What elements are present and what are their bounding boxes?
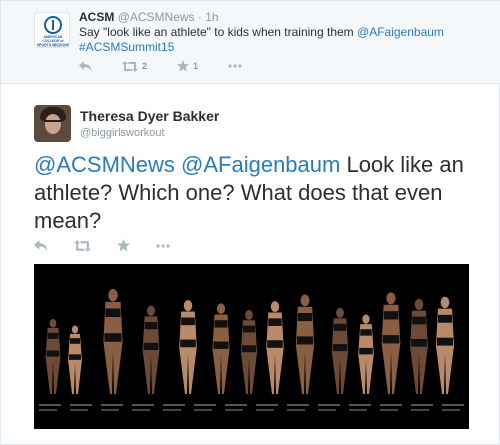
caption-band (101, 404, 123, 406)
caption-band (225, 409, 243, 411)
retweet-button[interactable]: 2 (122, 60, 148, 72)
parent-tweet-actions: 2 1 (79, 60, 272, 72)
main-retweet-button[interactable] (74, 239, 91, 252)
caption-band (39, 404, 61, 406)
caption-band (411, 409, 429, 411)
caption-band (380, 409, 398, 411)
athlete-figure (266, 301, 284, 394)
main-more-button[interactable] (156, 243, 170, 248)
parent-tweet-header: ACSM @ACSMNews · 1h (79, 10, 219, 24)
caption-band (101, 409, 119, 411)
caption-band (442, 404, 464, 406)
caption-band (318, 404, 340, 406)
caption-band (132, 409, 150, 411)
tweet-time[interactable]: 1h (205, 10, 218, 24)
author-handle[interactable]: @ACSMNews (118, 10, 195, 24)
athlete-figure (212, 303, 230, 394)
star-icon (117, 239, 130, 252)
main-tweet-text: @ACSMNews @AFaigenbaum Look like an athl… (34, 151, 474, 235)
more-icon (228, 64, 242, 68)
athlete-figure (103, 289, 123, 394)
favorite-button[interactable]: 1 (177, 60, 198, 72)
caption-band (380, 404, 402, 406)
more-icon (156, 243, 170, 248)
mention-link[interactable]: @AFaigenbaum (357, 25, 444, 39)
athlete-figure (240, 310, 258, 394)
reply-button[interactable] (79, 60, 92, 72)
caption-band (225, 404, 247, 406)
acsm-logo-icon (44, 16, 62, 34)
main-reply-button[interactable] (34, 239, 48, 252)
retweet-count: 2 (142, 61, 148, 71)
star-icon (177, 60, 190, 72)
theresa-avatar[interactable] (34, 105, 71, 142)
athlete-figure (295, 294, 315, 394)
hashtag-link[interactable]: #ACSMSummit15 (79, 40, 174, 54)
avatar-face (45, 114, 61, 134)
caption-band (349, 404, 371, 406)
caption-band (194, 409, 212, 411)
acsm-avatar[interactable]: AMERICAN COLLEGE of SPORTS MEDICINE LEAD… (34, 12, 70, 48)
acsm-logo-text: AMERICAN COLLEGE of SPORTS MEDICINE LEAD… (36, 35, 70, 47)
main-author-handle[interactable]: @biggirlsworkout (80, 127, 219, 139)
retweet-icon (74, 239, 91, 252)
retweet-icon (122, 60, 138, 72)
favorite-count: 1 (193, 61, 199, 71)
caption-band (163, 404, 185, 406)
author-name[interactable]: ACSM (79, 10, 114, 24)
athlete-figure (331, 307, 349, 394)
caption-band (256, 404, 278, 406)
caption-band (70, 404, 92, 406)
caption-band (349, 409, 367, 411)
caption-band (132, 404, 154, 406)
caption-band (194, 404, 216, 406)
main-tweet-header: Theresa Dyer Bakker @biggirlsworkout (80, 108, 219, 139)
athlete-figure (45, 318, 61, 394)
athlete-figure (410, 298, 428, 394)
more-button[interactable] (228, 64, 242, 68)
caption-band (318, 409, 336, 411)
caption-band (411, 404, 433, 406)
athlete-figure (179, 300, 197, 394)
avatar-glasses (44, 120, 62, 124)
main-tweet-actions (34, 239, 196, 252)
athlete-figure (68, 325, 82, 394)
caption-band (442, 409, 460, 411)
reply-icon (79, 60, 92, 71)
caption-band (70, 409, 88, 411)
athlete-figure (358, 314, 374, 394)
athlete-figure (435, 296, 455, 394)
tweet-conversation: AMERICAN COLLEGE of SPORTS MEDICINE LEAD… (0, 0, 500, 445)
parent-tweet-text: Say "look like an athlete" to kids when … (79, 25, 489, 55)
reply-icon (34, 239, 48, 251)
caption-band (163, 409, 181, 411)
mention-link-faigenbaum[interactable]: @AFaigenbaum (181, 152, 340, 177)
athletes-lineup-image (39, 289, 464, 411)
tweet-text: Say "look like an athlete" to kids when … (79, 25, 358, 39)
athlete-figure (142, 305, 160, 394)
caption-band (287, 409, 305, 411)
caption-band (256, 409, 274, 411)
tweet-photo[interactable] (34, 264, 469, 429)
caption-band (287, 404, 309, 406)
mention-link-acsm[interactable]: @ACSMNews (34, 152, 175, 177)
athlete-figure (381, 292, 401, 394)
separator: · (197, 10, 202, 24)
caption-band (39, 409, 57, 411)
main-favorite-button[interactable] (117, 239, 130, 252)
main-author-name[interactable]: Theresa Dyer Bakker (80, 108, 219, 124)
parent-tweet[interactable]: AMERICAN COLLEGE of SPORTS MEDICINE LEAD… (1, 1, 500, 84)
